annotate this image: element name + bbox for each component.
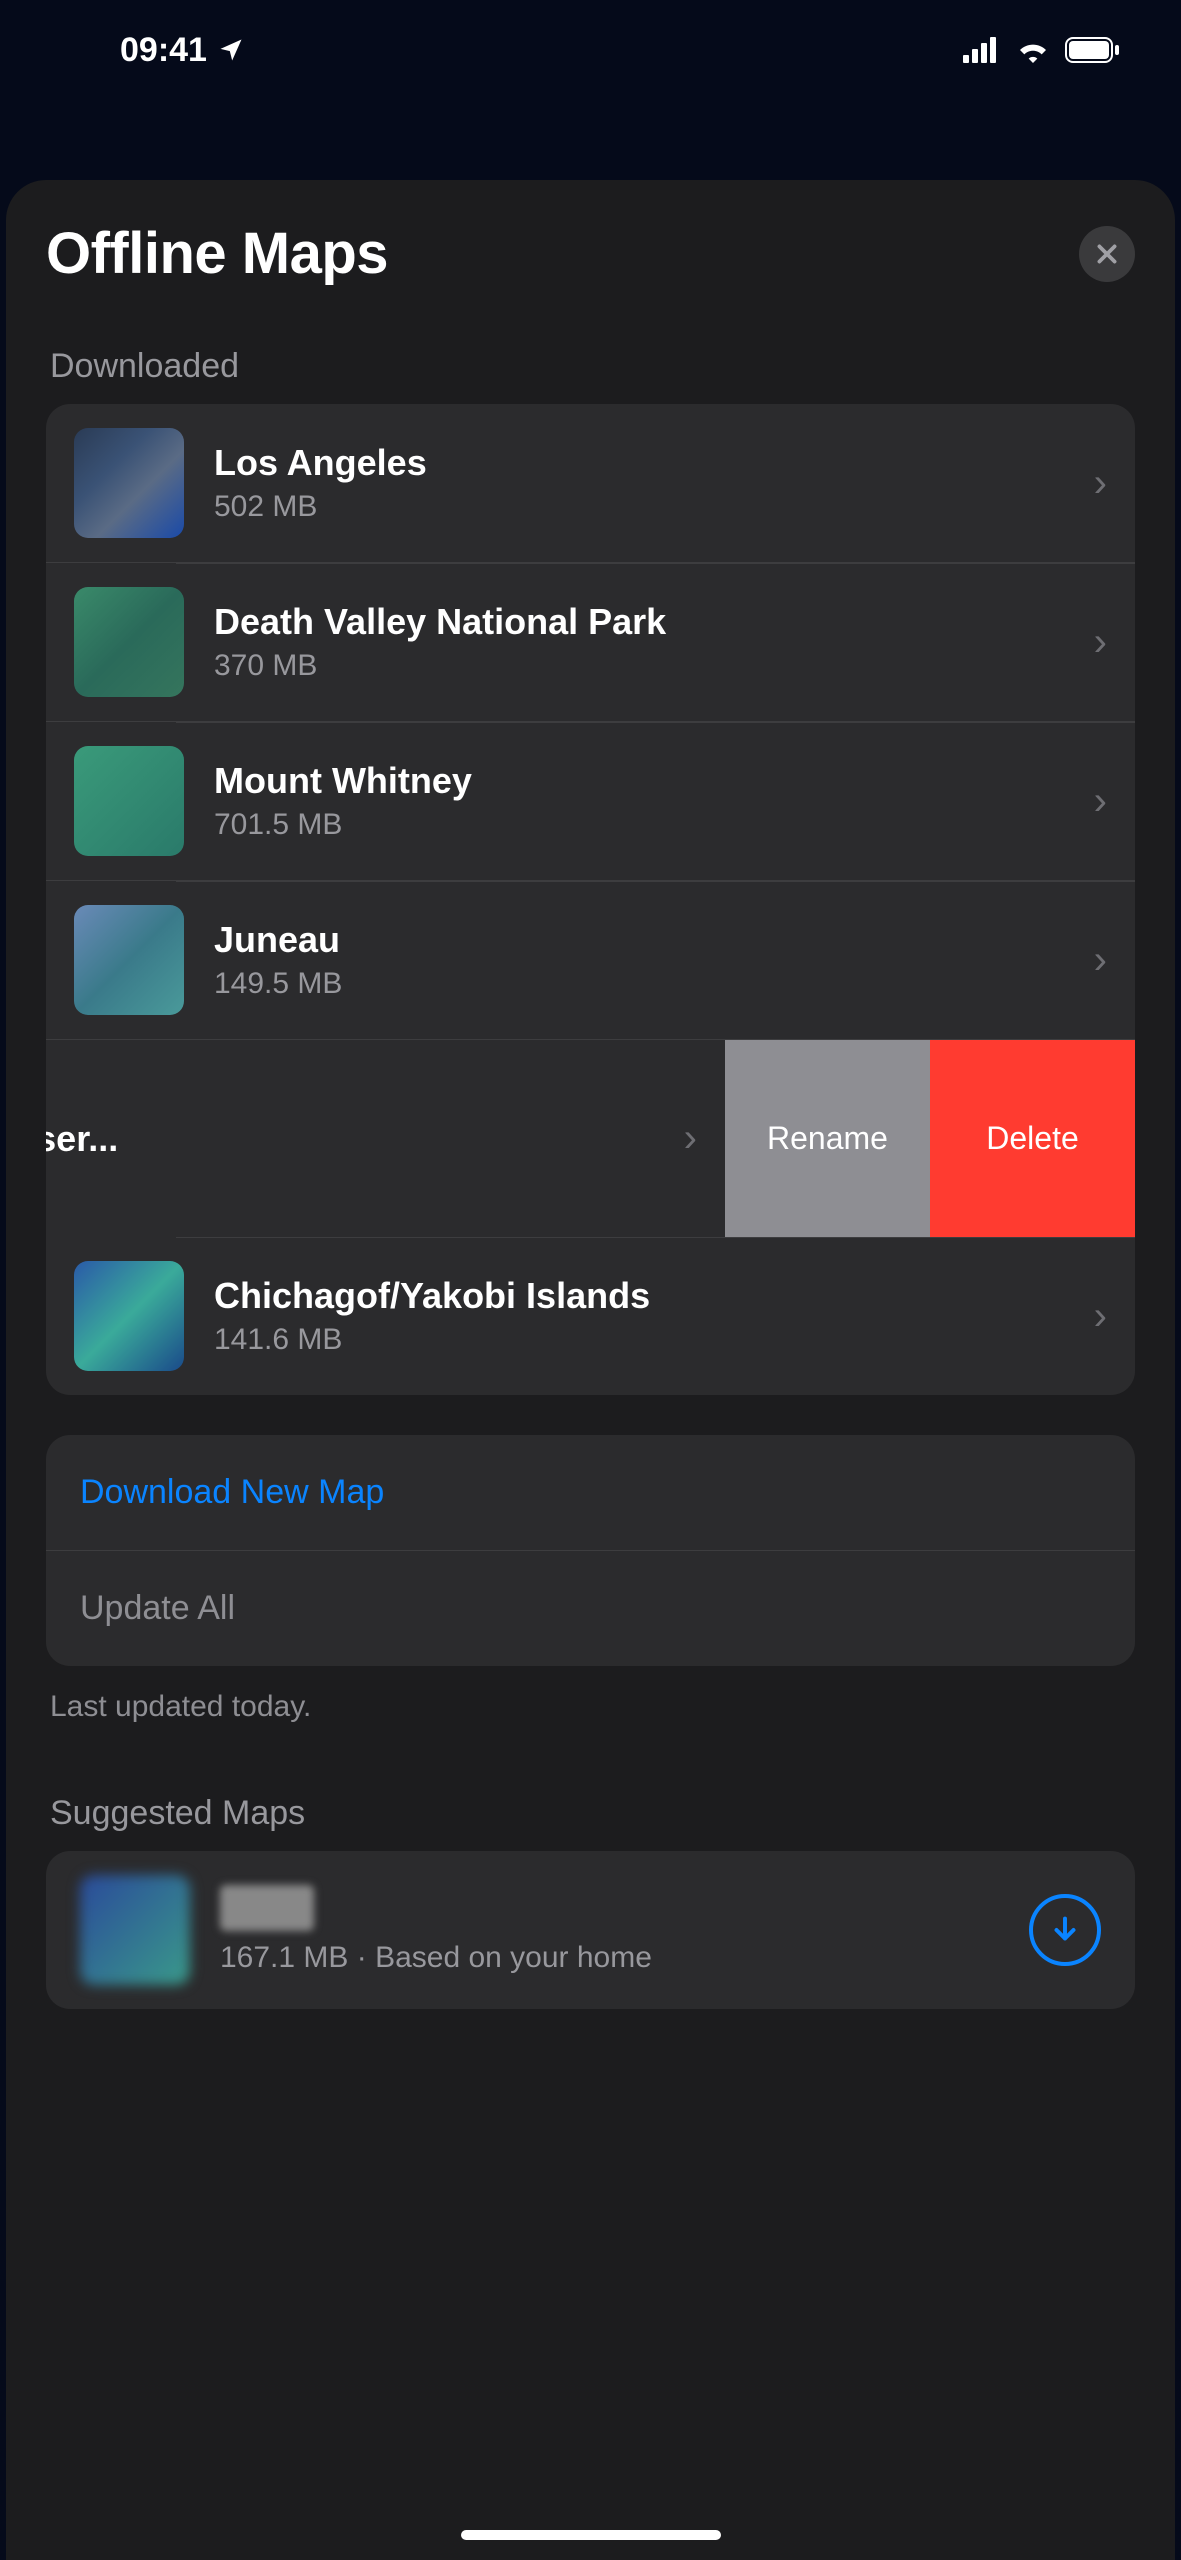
download-icon — [1048, 1913, 1082, 1947]
map-size: 502 MB — [214, 490, 1084, 524]
downloaded-section-label: Downloaded — [6, 347, 1175, 404]
cellular-icon — [963, 37, 1001, 63]
map-thumbnail — [74, 1261, 184, 1371]
map-thumbnail — [74, 587, 184, 697]
close-icon — [1094, 241, 1120, 267]
map-thumbnail — [74, 746, 184, 856]
actions-card: Download New Map Update All — [46, 1435, 1135, 1666]
redacted-name — [220, 1885, 314, 1931]
suggested-map-row[interactable]: 167.1 MB · Based on your home — [46, 1851, 1135, 2009]
last-updated-label: Last updated today. — [6, 1666, 1175, 1724]
download-new-map-button[interactable]: Download New Map — [46, 1435, 1135, 1550]
chevron-right-icon: › — [1084, 779, 1107, 824]
rename-button[interactable]: Rename — [725, 1040, 930, 1237]
delete-button[interactable]: Delete — [930, 1040, 1135, 1237]
status-time: 09:41 — [120, 31, 207, 70]
map-row-chichagof[interactable]: Chichagof/Yakobi Islands 141.6 MB › — [46, 1237, 1135, 1395]
map-name: Death Valley National Park — [214, 601, 1084, 643]
offline-maps-sheet: Offline Maps Downloaded Los Angeles 502 … — [6, 180, 1175, 2560]
location-icon — [217, 36, 245, 64]
map-name: y National Park & Preser... — [46, 1118, 674, 1160]
close-button[interactable] — [1079, 226, 1135, 282]
chevron-right-icon: › — [1084, 938, 1107, 983]
chevron-right-icon: › — [1084, 620, 1107, 665]
chevron-right-icon: › — [674, 1116, 697, 1161]
map-size: 701.5 MB — [214, 808, 1084, 842]
battery-icon — [1065, 37, 1121, 63]
map-row-death-valley[interactable]: Death Valley National Park 370 MB › — [46, 562, 1135, 721]
download-button[interactable] — [1029, 1894, 1101, 1966]
suggested-list: 167.1 MB · Based on your home — [46, 1851, 1135, 2009]
map-size: 149.5 MB — [214, 967, 1084, 1001]
map-row-juneau[interactable]: Juneau 149.5 MB › — [46, 880, 1135, 1039]
update-all-button[interactable]: Update All — [46, 1550, 1135, 1666]
map-name: Chichagof/Yakobi Islands — [214, 1275, 1084, 1317]
map-row-swiped[interactable]: y National Park & Preser... › Rename Del… — [46, 1039, 1135, 1237]
downloaded-list: Los Angeles 502 MB › Death Valley Nation… — [46, 404, 1135, 1395]
map-name: Juneau — [214, 919, 1084, 961]
map-size: 141.6 MB — [214, 1323, 1084, 1357]
chevron-right-icon: › — [1084, 461, 1107, 506]
map-thumbnail — [74, 428, 184, 538]
map-name: Los Angeles — [214, 442, 1084, 484]
map-name: Mount Whitney — [214, 760, 1084, 802]
page-title: Offline Maps — [46, 220, 388, 287]
suggested-sub: 167.1 MB · Based on your home — [220, 1941, 1029, 1975]
suggested-section-label: Suggested Maps — [6, 1794, 1175, 1851]
map-thumbnail — [80, 1875, 190, 1985]
home-indicator[interactable] — [461, 2530, 721, 2540]
map-row-mount-whitney[interactable]: Mount Whitney 701.5 MB › — [46, 721, 1135, 880]
map-size: 370 MB — [214, 649, 1084, 683]
map-thumbnail — [74, 905, 184, 1015]
status-bar: 09:41 — [0, 0, 1181, 100]
chevron-right-icon: › — [1084, 1294, 1107, 1339]
map-row-los-angeles[interactable]: Los Angeles 502 MB › — [46, 404, 1135, 562]
wifi-icon — [1015, 37, 1051, 63]
